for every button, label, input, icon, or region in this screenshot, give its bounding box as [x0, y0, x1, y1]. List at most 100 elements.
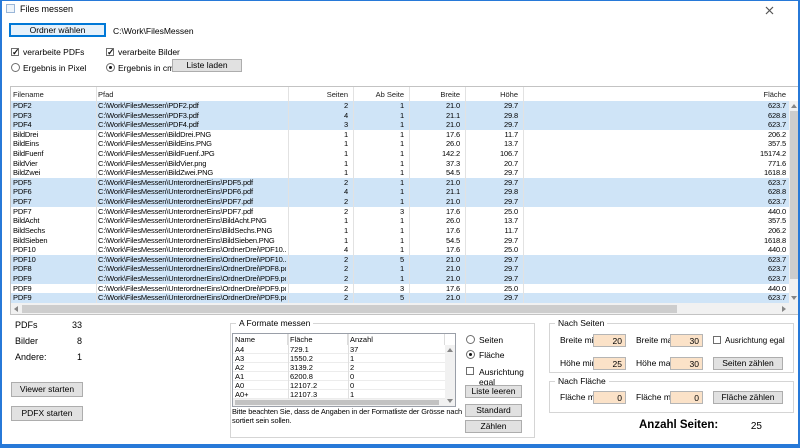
scroll-left-icon[interactable] [14, 306, 18, 312]
table-cell-breite: 17.6 [410, 284, 460, 294]
flaeche-min-input[interactable] [593, 391, 626, 404]
result-pixel-radio[interactable] [11, 63, 20, 72]
table-cell-path: C:\Work\FilesMessen\UnterordnerEins\Ordn… [98, 293, 286, 303]
scrollbar-thumb[interactable] [790, 111, 798, 279]
scroll-right-icon[interactable] [782, 306, 786, 312]
pdfx-start-button[interactable]: PDFX starten [11, 406, 83, 421]
table-row[interactable]: BildDreiC:\Work\FilesMessen\BildDrei.PNG… [11, 130, 789, 140]
table-row[interactable]: BildSechsC:\Work\FilesMessen\Unterordner… [11, 226, 789, 236]
table-row[interactable]: BildFuenfC:\Work\FilesMessen\BildFuenf.J… [11, 149, 789, 159]
table-cell-name: PDF3 [13, 111, 95, 121]
table-row[interactable]: BildZweiC:\Work\FilesMessen\BildZwei.PNG… [11, 168, 789, 178]
formats-horizontal-scrollbar[interactable] [233, 399, 445, 406]
table-cell-seiten: 2 [289, 255, 348, 265]
flaeche-zaehlen-button[interactable]: Fläche zählen [713, 391, 783, 404]
table-cell-seiten: 2 [289, 101, 348, 111]
table-cell-seiten: 2 [289, 274, 348, 284]
formats-list-row[interactable]: A16200.80 [233, 372, 445, 381]
flaeche-max-input[interactable] [670, 391, 703, 404]
table-cell-path: C:\Work\FilesMessen\UnterordnerEins\Bild… [98, 236, 286, 246]
close-button[interactable] [762, 4, 776, 16]
table-row[interactable]: PDF6C:\Work\FilesMessen\UnterordnerEins\… [11, 187, 789, 197]
formats-column-name[interactable]: Name [233, 334, 288, 345]
column-header-filename[interactable]: Filename [13, 87, 95, 101]
vertical-scrollbar[interactable] [789, 101, 799, 303]
close-icon [765, 6, 774, 15]
table-row[interactable]: BildSiebenC:\Work\FilesMessen\Unterordne… [11, 236, 789, 246]
table-row[interactable]: PDF9C:\Work\FilesMessen\UnterordnerEins\… [11, 284, 789, 294]
seiten-zaehlen-button[interactable]: Seiten zählen [713, 357, 783, 370]
column-header-breite[interactable]: Breite [410, 87, 460, 101]
table-cell-flaeche: 623.7 [524, 274, 786, 284]
table-row[interactable]: PDF4C:\Work\FilesMessen\PDF4.pdf3121.029… [11, 120, 789, 130]
table-cell-breite: 142.2 [410, 149, 460, 159]
formats-list-row[interactable]: A4729.137 [233, 345, 445, 354]
standard-button[interactable]: Standard [465, 404, 522, 417]
table-cell-name: PDF5 [13, 178, 95, 188]
formats-list: Name Fläche Anzahl A4729.137A31550.21A23… [232, 333, 456, 407]
table-cell-name: BildEins [13, 139, 95, 149]
formats-list-row[interactable]: A012107.20 [233, 381, 445, 390]
breite-min-input[interactable] [593, 334, 626, 347]
table-row[interactable]: BildVierC:\Work\FilesMessen\BildVier.png… [11, 159, 789, 169]
pdfs-count-label: PDFs [15, 320, 38, 330]
column-header-seiten[interactable]: Seiten [289, 87, 348, 101]
process-pdfs-checkbox[interactable] [11, 48, 19, 56]
table-cell-seiten: 1 [289, 149, 348, 159]
scroll-down-icon[interactable] [791, 296, 797, 300]
table-row[interactable]: PDF10C:\Work\FilesMessen\UnterordnerEins… [11, 255, 789, 265]
scroll-down-icon[interactable] [447, 399, 453, 403]
table-row[interactable]: PDF5C:\Work\FilesMessen\UnterordnerEins\… [11, 178, 789, 188]
liste-leeren-button[interactable]: Liste leeren [465, 385, 522, 398]
table-cell-flaeche: 440.0 [524, 245, 786, 255]
column-header-hoehe[interactable]: Höhe [466, 87, 518, 101]
table-cell-name: PDF9 [13, 274, 95, 284]
column-divider [348, 334, 349, 399]
formats-list-rows: A4729.137A31550.21A23139.22A16200.80A012… [233, 345, 445, 399]
scrollbar-thumb[interactable] [22, 305, 677, 313]
formats-vertical-scrollbar[interactable] [445, 345, 455, 406]
formats-list-row[interactable]: A0+12107.31 [233, 390, 445, 399]
table-cell-ab: 1 [354, 197, 404, 207]
formats-column-anzahl[interactable]: Anzahl [348, 334, 445, 345]
formats-cell-anzahl: 37 [350, 345, 443, 354]
column-header-flaeche[interactable]: Fläche [524, 87, 786, 101]
table-row[interactable]: PDF8C:\Work\FilesMessen\UnterordnerEins\… [11, 264, 789, 274]
load-list-button[interactable]: Liste laden [172, 59, 242, 72]
process-images-checkbox[interactable] [106, 48, 114, 56]
table-row[interactable]: BildAchtC:\Work\FilesMessen\UnterordnerE… [11, 216, 789, 226]
formats-column-flaeche[interactable]: Fläche [288, 334, 348, 345]
hoehe-min-input[interactable] [593, 357, 626, 370]
column-header-pfad[interactable]: Pfad [98, 87, 286, 101]
column-header-abseite[interactable]: Ab Seite [354, 87, 404, 101]
table-row[interactable]: PDF9C:\Work\FilesMessen\UnterordnerEins\… [11, 293, 789, 303]
table-row[interactable]: PDF9C:\Work\FilesMessen\UnterordnerEins\… [11, 274, 789, 284]
result-cm-label: Ergebnis in cm [118, 63, 174, 73]
table-row[interactable]: PDF7C:\Work\FilesMessen\UnterordnerEins\… [11, 197, 789, 207]
result-cm-radio[interactable] [106, 63, 115, 72]
scroll-up-icon[interactable] [791, 104, 797, 108]
scrollbar-thumb[interactable] [235, 400, 439, 405]
zaehlen-button[interactable]: Zählen [465, 420, 522, 433]
hoehe-max-input[interactable] [670, 357, 703, 370]
formats-ausrichtung-checkbox[interactable] [466, 367, 474, 375]
formats-cell-anzahl: 1 [350, 354, 443, 363]
formats-list-row[interactable]: A23139.22 [233, 363, 445, 372]
breite-max-input[interactable] [670, 334, 703, 347]
table-row[interactable]: PDF7C:\Work\FilesMessen\UnterordnerEins\… [11, 207, 789, 217]
viewer-start-button[interactable]: Viewer starten [11, 382, 83, 397]
table-row[interactable]: PDF10C:\Work\FilesMessen\UnterordnerEins… [11, 245, 789, 255]
count-flaeche-radio[interactable] [466, 350, 475, 359]
horizontal-scrollbar[interactable] [11, 303, 789, 314]
seiten-ausrichtung-checkbox[interactable] [713, 336, 721, 344]
column-divider [288, 87, 289, 303]
table-cell-flaeche: 628.8 [524, 111, 786, 121]
scroll-up-icon[interactable] [447, 348, 453, 352]
table-row[interactable]: PDF3C:\Work\FilesMessen\PDF3.pdf4121.129… [11, 111, 789, 121]
count-seiten-radio[interactable] [466, 335, 475, 344]
table-row[interactable]: PDF2C:\Work\FilesMessen\PDF2.pdf2121.029… [11, 101, 789, 111]
table-row[interactable]: BildEinsC:\Work\FilesMessen\BildEins.PNG… [11, 139, 789, 149]
choose-folder-button[interactable]: Ordner wählen [9, 23, 106, 37]
formats-list-row[interactable]: A31550.21 [233, 354, 445, 363]
table-cell-flaeche: 357.5 [524, 139, 786, 149]
